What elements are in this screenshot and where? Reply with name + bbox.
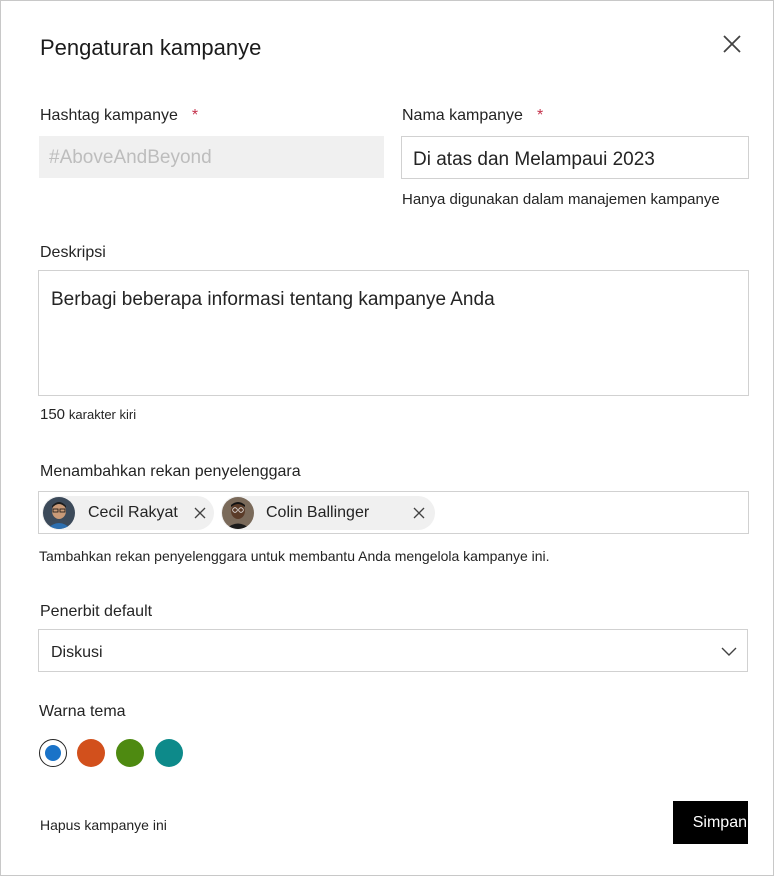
- campaign-name-helper: Hanya digunakan dalam manajemen kampanye: [402, 191, 720, 208]
- description-textarea[interactable]: Berbagi beberapa informasi tentang kampa…: [38, 270, 749, 396]
- hashtag-label-row: Hashtag kampanye *: [40, 107, 198, 125]
- hashtag-value: #AboveAndBeyond: [49, 147, 212, 168]
- required-mark: *: [536, 107, 544, 124]
- co-organizers-picker[interactable]: Cecil Rakyat Colin Ballinger: [38, 491, 749, 534]
- campaign-name-label: Nama kampanye: [402, 107, 523, 124]
- save-button[interactable]: Simpan: [673, 801, 748, 844]
- person-chip: Cecil Rakyat: [42, 496, 214, 530]
- person-name: Colin Ballinger: [266, 504, 370, 521]
- default-publisher-value: Diskusi: [51, 644, 103, 661]
- dialog-title: Pengaturan kampanye: [40, 35, 262, 60]
- co-organizers-helper: Tambahkan rekan penyelenggara untuk memb…: [39, 548, 550, 564]
- close-button[interactable]: [717, 29, 747, 59]
- campaign-name-value: Di atas dan Melampaui 2023: [413, 149, 655, 170]
- default-publisher-dropdown[interactable]: Diskusi: [38, 629, 748, 672]
- avatar: [222, 497, 254, 529]
- save-label: Simpan: [692, 813, 747, 831]
- hashtag-label: Hashtag kampanye: [40, 107, 178, 124]
- remove-person-button[interactable]: [193, 506, 207, 520]
- delete-campaign-link[interactable]: Hapus kampanye ini: [40, 817, 167, 833]
- close-icon: [723, 35, 741, 53]
- co-organizers-label: Menambahkan rekan penyelenggara: [40, 463, 301, 480]
- remove-icon: [413, 507, 425, 519]
- theme-color-blue-selected[interactable]: [39, 739, 67, 767]
- remove-person-button[interactable]: [412, 506, 426, 520]
- campaign-settings-dialog: Pengaturan kampanye Hashtag kampanye * #A…: [0, 0, 774, 876]
- required-mark: *: [191, 107, 199, 124]
- color-dot: [44, 744, 61, 761]
- chevron-down-icon: [721, 647, 737, 656]
- remove-icon: [194, 507, 206, 519]
- theme-color-green[interactable]: [116, 739, 144, 767]
- campaign-name-input[interactable]: Di atas dan Melampaui 2023: [401, 136, 749, 179]
- description-char-count: 150 karakter kiri: [40, 406, 136, 423]
- person-chip: Colin Ballinger: [221, 496, 435, 530]
- description-label: Deskripsi: [40, 244, 106, 261]
- campaign-name-label-row: Nama kampanye *: [402, 107, 543, 125]
- theme-color-label: Warna tema: [39, 703, 126, 720]
- theme-color-orange[interactable]: [77, 739, 105, 767]
- person-name: Cecil Rakyat: [88, 504, 178, 521]
- default-publisher-label: Penerbit default: [40, 603, 153, 620]
- char-count-number: 150: [40, 406, 66, 423]
- hashtag-field[interactable]: #AboveAndBeyond: [39, 136, 384, 178]
- description-value: Berbagi beberapa informasi tentang kampa…: [51, 289, 495, 310]
- avatar: [43, 497, 75, 529]
- theme-color-teal[interactable]: [155, 739, 183, 767]
- char-count-suffix: karakter kiri: [68, 407, 137, 422]
